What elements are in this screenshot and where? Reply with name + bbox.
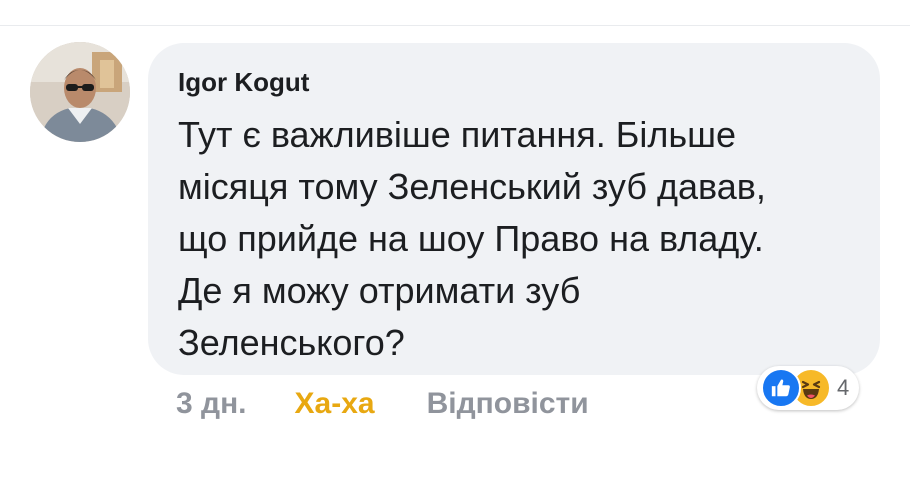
comment-actions: 3 дн. Ха-ха Відповісти bbox=[176, 384, 589, 424]
divider bbox=[0, 25, 910, 26]
comment-screen: Igor Kogut Тут є важливіше питання. Біль… bbox=[0, 0, 910, 480]
comment-text: Тут є важливіше питання. Більше місяця т… bbox=[178, 114, 766, 363]
comment-timestamp[interactable]: 3 дн. bbox=[176, 387, 247, 421]
avatar[interactable] bbox=[30, 42, 130, 142]
author-name[interactable]: Igor Kogut bbox=[178, 67, 850, 97]
reaction-count: 4 bbox=[837, 375, 850, 400]
comment-bubble: Igor Kogut Тут є важливіше питання. Біль… bbox=[148, 43, 880, 375]
haha-reaction-button[interactable]: Ха-ха bbox=[295, 387, 375, 421]
reply-button[interactable]: Відповісти bbox=[427, 387, 589, 421]
reactions-summary[interactable]: 4 bbox=[757, 366, 860, 410]
avatar-photo-icon bbox=[30, 42, 130, 142]
like-icon bbox=[761, 368, 801, 408]
